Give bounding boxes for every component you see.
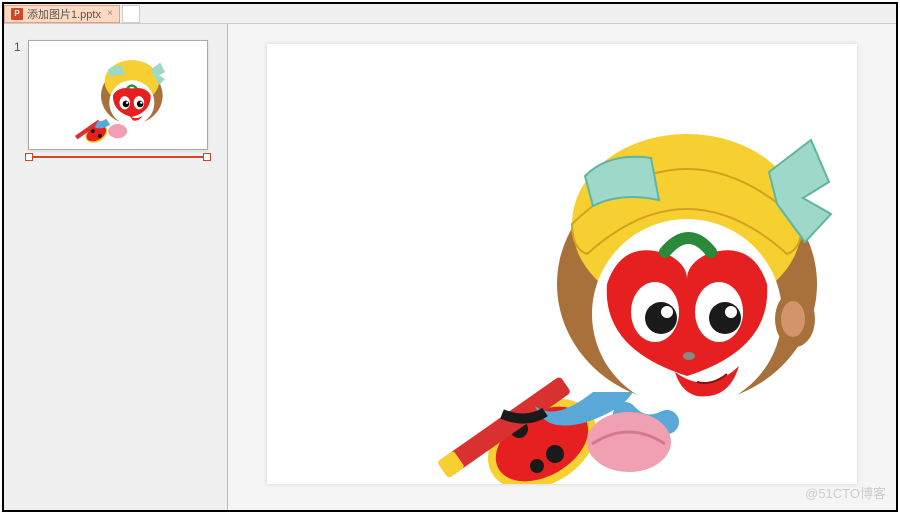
slide-image-thumbnail <box>55 53 185 143</box>
thumbnail-preview[interactable] <box>28 40 208 150</box>
document-tab-active[interactable]: P 添加图片1.pptx × <box>4 5 120 23</box>
close-tab-icon[interactable]: × <box>105 8 113 19</box>
watermark-text: @51CTO博客 <box>805 483 886 502</box>
thumbnail-number: 1 <box>14 40 22 150</box>
slide-image-monkey[interactable] <box>407 104 857 484</box>
workspace: 1 <box>4 24 896 510</box>
slide-editor-area: @51CTO博客 <box>228 24 896 510</box>
thumbnail-panel: 1 <box>4 24 228 510</box>
tab-bar: P 添加图片1.pptx × <box>4 4 896 24</box>
new-tab-button[interactable] <box>122 5 140 23</box>
thumbnail-selection-indicator <box>28 156 208 158</box>
tab-filename: 添加图片1.pptx <box>27 6 101 22</box>
app-frame: P 添加图片1.pptx × 1 <box>2 2 898 512</box>
powerpoint-icon: P <box>11 8 23 20</box>
slide-canvas[interactable] <box>267 44 857 484</box>
slide-thumbnail-1[interactable]: 1 <box>14 40 217 150</box>
